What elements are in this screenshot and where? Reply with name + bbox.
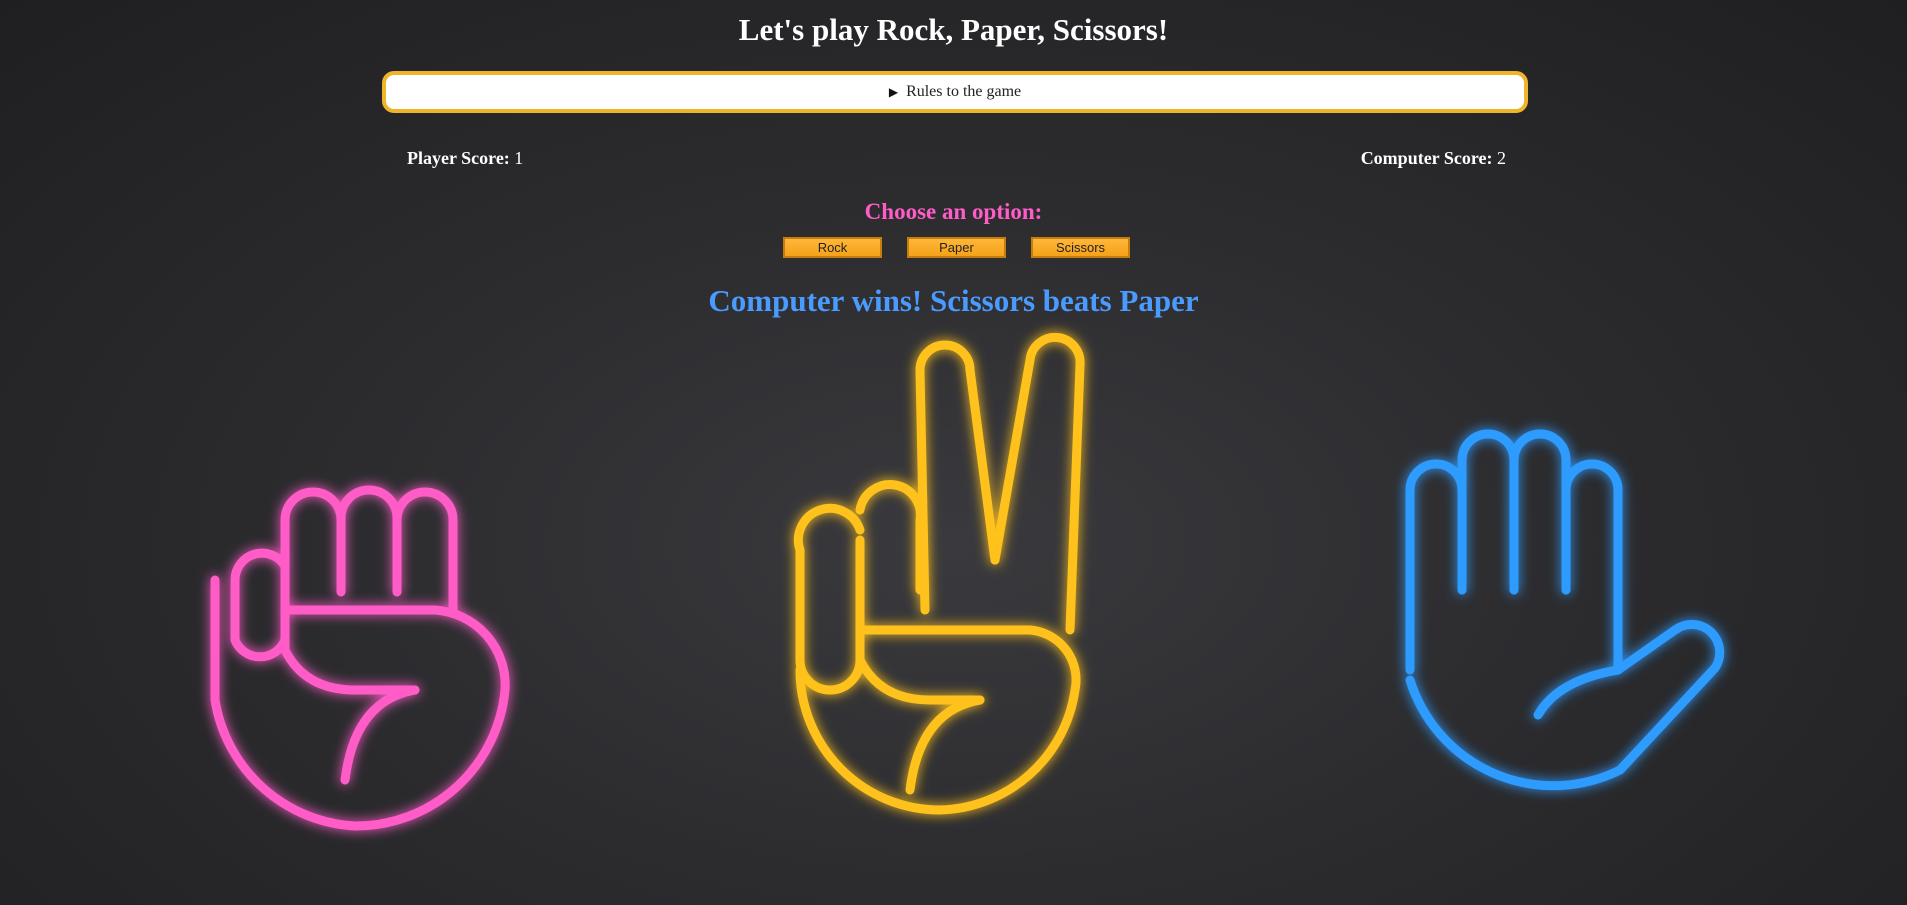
paper-button[interactable]: Paper bbox=[907, 237, 1006, 258]
rock-button[interactable]: Rock bbox=[783, 237, 882, 258]
paper-open-hand-icon[interactable] bbox=[1380, 420, 1740, 840]
player-score-label: Player Score: bbox=[407, 148, 510, 168]
scissors-button[interactable]: Scissors bbox=[1031, 237, 1130, 258]
result-message: Computer wins! Scissors beats Paper bbox=[708, 283, 1199, 318]
computer-score-value: 2 bbox=[1497, 148, 1506, 168]
page-title: Let's play Rock, Paper, Scissors! bbox=[738, 12, 1169, 47]
computer-score: Computer Score: 2 bbox=[1361, 148, 1506, 169]
rules-label: Rules to the game bbox=[906, 83, 1022, 100]
computer-score-label: Computer Score: bbox=[1360, 148, 1493, 168]
rules-toggle[interactable]: ▶ Rules to the game bbox=[382, 71, 1528, 113]
rock-fist-icon[interactable] bbox=[195, 480, 555, 840]
choose-heading: Choose an option: bbox=[864, 199, 1043, 224]
player-score: Player Score: 1 bbox=[407, 148, 523, 169]
scissors-peace-icon[interactable] bbox=[780, 330, 1120, 840]
player-score-value: 1 bbox=[514, 148, 524, 168]
disclosure-triangle-icon: ▶ bbox=[888, 84, 899, 99]
